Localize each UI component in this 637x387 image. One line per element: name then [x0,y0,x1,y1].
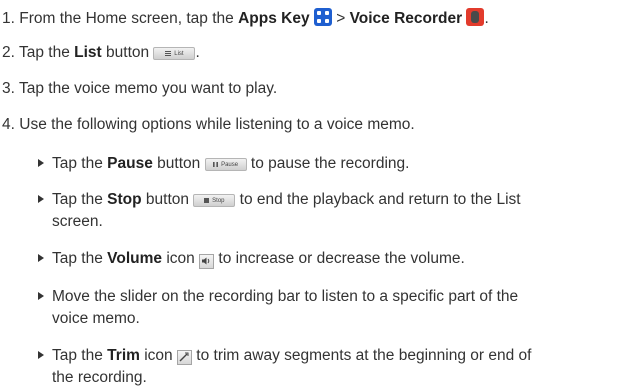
stop-button: Stop [193,194,236,207]
step-text: Use the following options while listenin… [19,116,415,133]
bullet-icon [38,292,44,300]
pause-button-label: Pause [221,161,239,168]
voice-recorder-label: Voice Recorder [349,10,463,27]
option-text-mid: button [145,191,190,208]
list-label: List [74,44,102,61]
option-volume: Tap the Volume icon to increase or decre… [38,250,465,269]
option-text-mid: button [157,155,201,172]
step-text: From the Home screen, tap the [19,10,234,27]
separator: > [336,10,346,27]
pause-icon [213,162,219,167]
option-text-post: to trim away segments at the beginning o… [196,347,532,364]
step-text: Tap the [18,44,70,61]
list-icon [165,51,172,56]
stop-button-label: Stop [212,197,225,204]
option-stop: Tap the Stop button Stop to end the play… [38,191,521,209]
option-trim-continued: the recording. [52,369,147,386]
option-text-mid: icon [166,250,195,267]
step-number: 1. [2,10,15,27]
option-text-mid: icon [144,347,173,364]
pause-button: Pause [204,158,247,171]
bullet-icon [38,195,44,203]
pause-label: Pause [107,155,153,172]
trim-label: Trim [107,347,140,364]
bullet-icon [38,159,44,167]
option-text: Tap the [52,347,103,364]
stop-icon [204,198,210,203]
list-button-label: List [174,50,184,57]
instructions-page: 1. From the Home screen, tap the Apps Ke… [0,0,637,386]
voice-recorder-icon [466,8,485,26]
step-2: 2. Tap the List button List . [2,44,200,62]
bullet-icon [38,254,44,262]
option-trim: Tap the Trim icon to trim away segments … [38,347,531,365]
volume-icon [199,253,215,269]
step-4: 4. Use the following options while liste… [2,116,415,134]
list-button: List [153,47,196,60]
step-end: . [484,10,489,27]
option-pause: Tap the Pause button Pause to pause the … [38,155,409,173]
option-stop-continued: screen. [52,213,103,230]
option-text: Tap the [52,191,103,208]
option-text-post: to increase or decrease the volume. [218,250,465,267]
option-text-post: to end the playback and return to the Li… [239,191,521,208]
apps-key-label: Apps Key [238,10,310,27]
bullet-icon [38,351,44,359]
trim-icon [176,349,192,365]
volume-label: Volume [107,250,163,267]
step-end: . [195,44,200,61]
option-slider: Move the slider on the recording bar to … [38,288,518,306]
step-1: 1. From the Home screen, tap the Apps Ke… [2,8,489,28]
step-text: Tap the voice memo you want to play. [18,80,278,97]
step-number: 2. [2,44,15,61]
option-text: Move the slider on the recording bar to … [52,288,519,305]
step-3: 3. Tap the voice memo you want to play. [2,80,277,98]
step-number: 4. [2,116,15,133]
option-text: Tap the [52,250,103,267]
option-slider-continued: voice memo. [52,310,140,327]
step-text-mid: button [106,44,150,61]
apps-grid-icon [313,8,332,26]
option-text: Tap the [52,155,103,172]
stop-label: Stop [107,191,142,208]
option-text-post: to pause the recording. [250,155,410,172]
step-number: 3. [2,80,15,97]
